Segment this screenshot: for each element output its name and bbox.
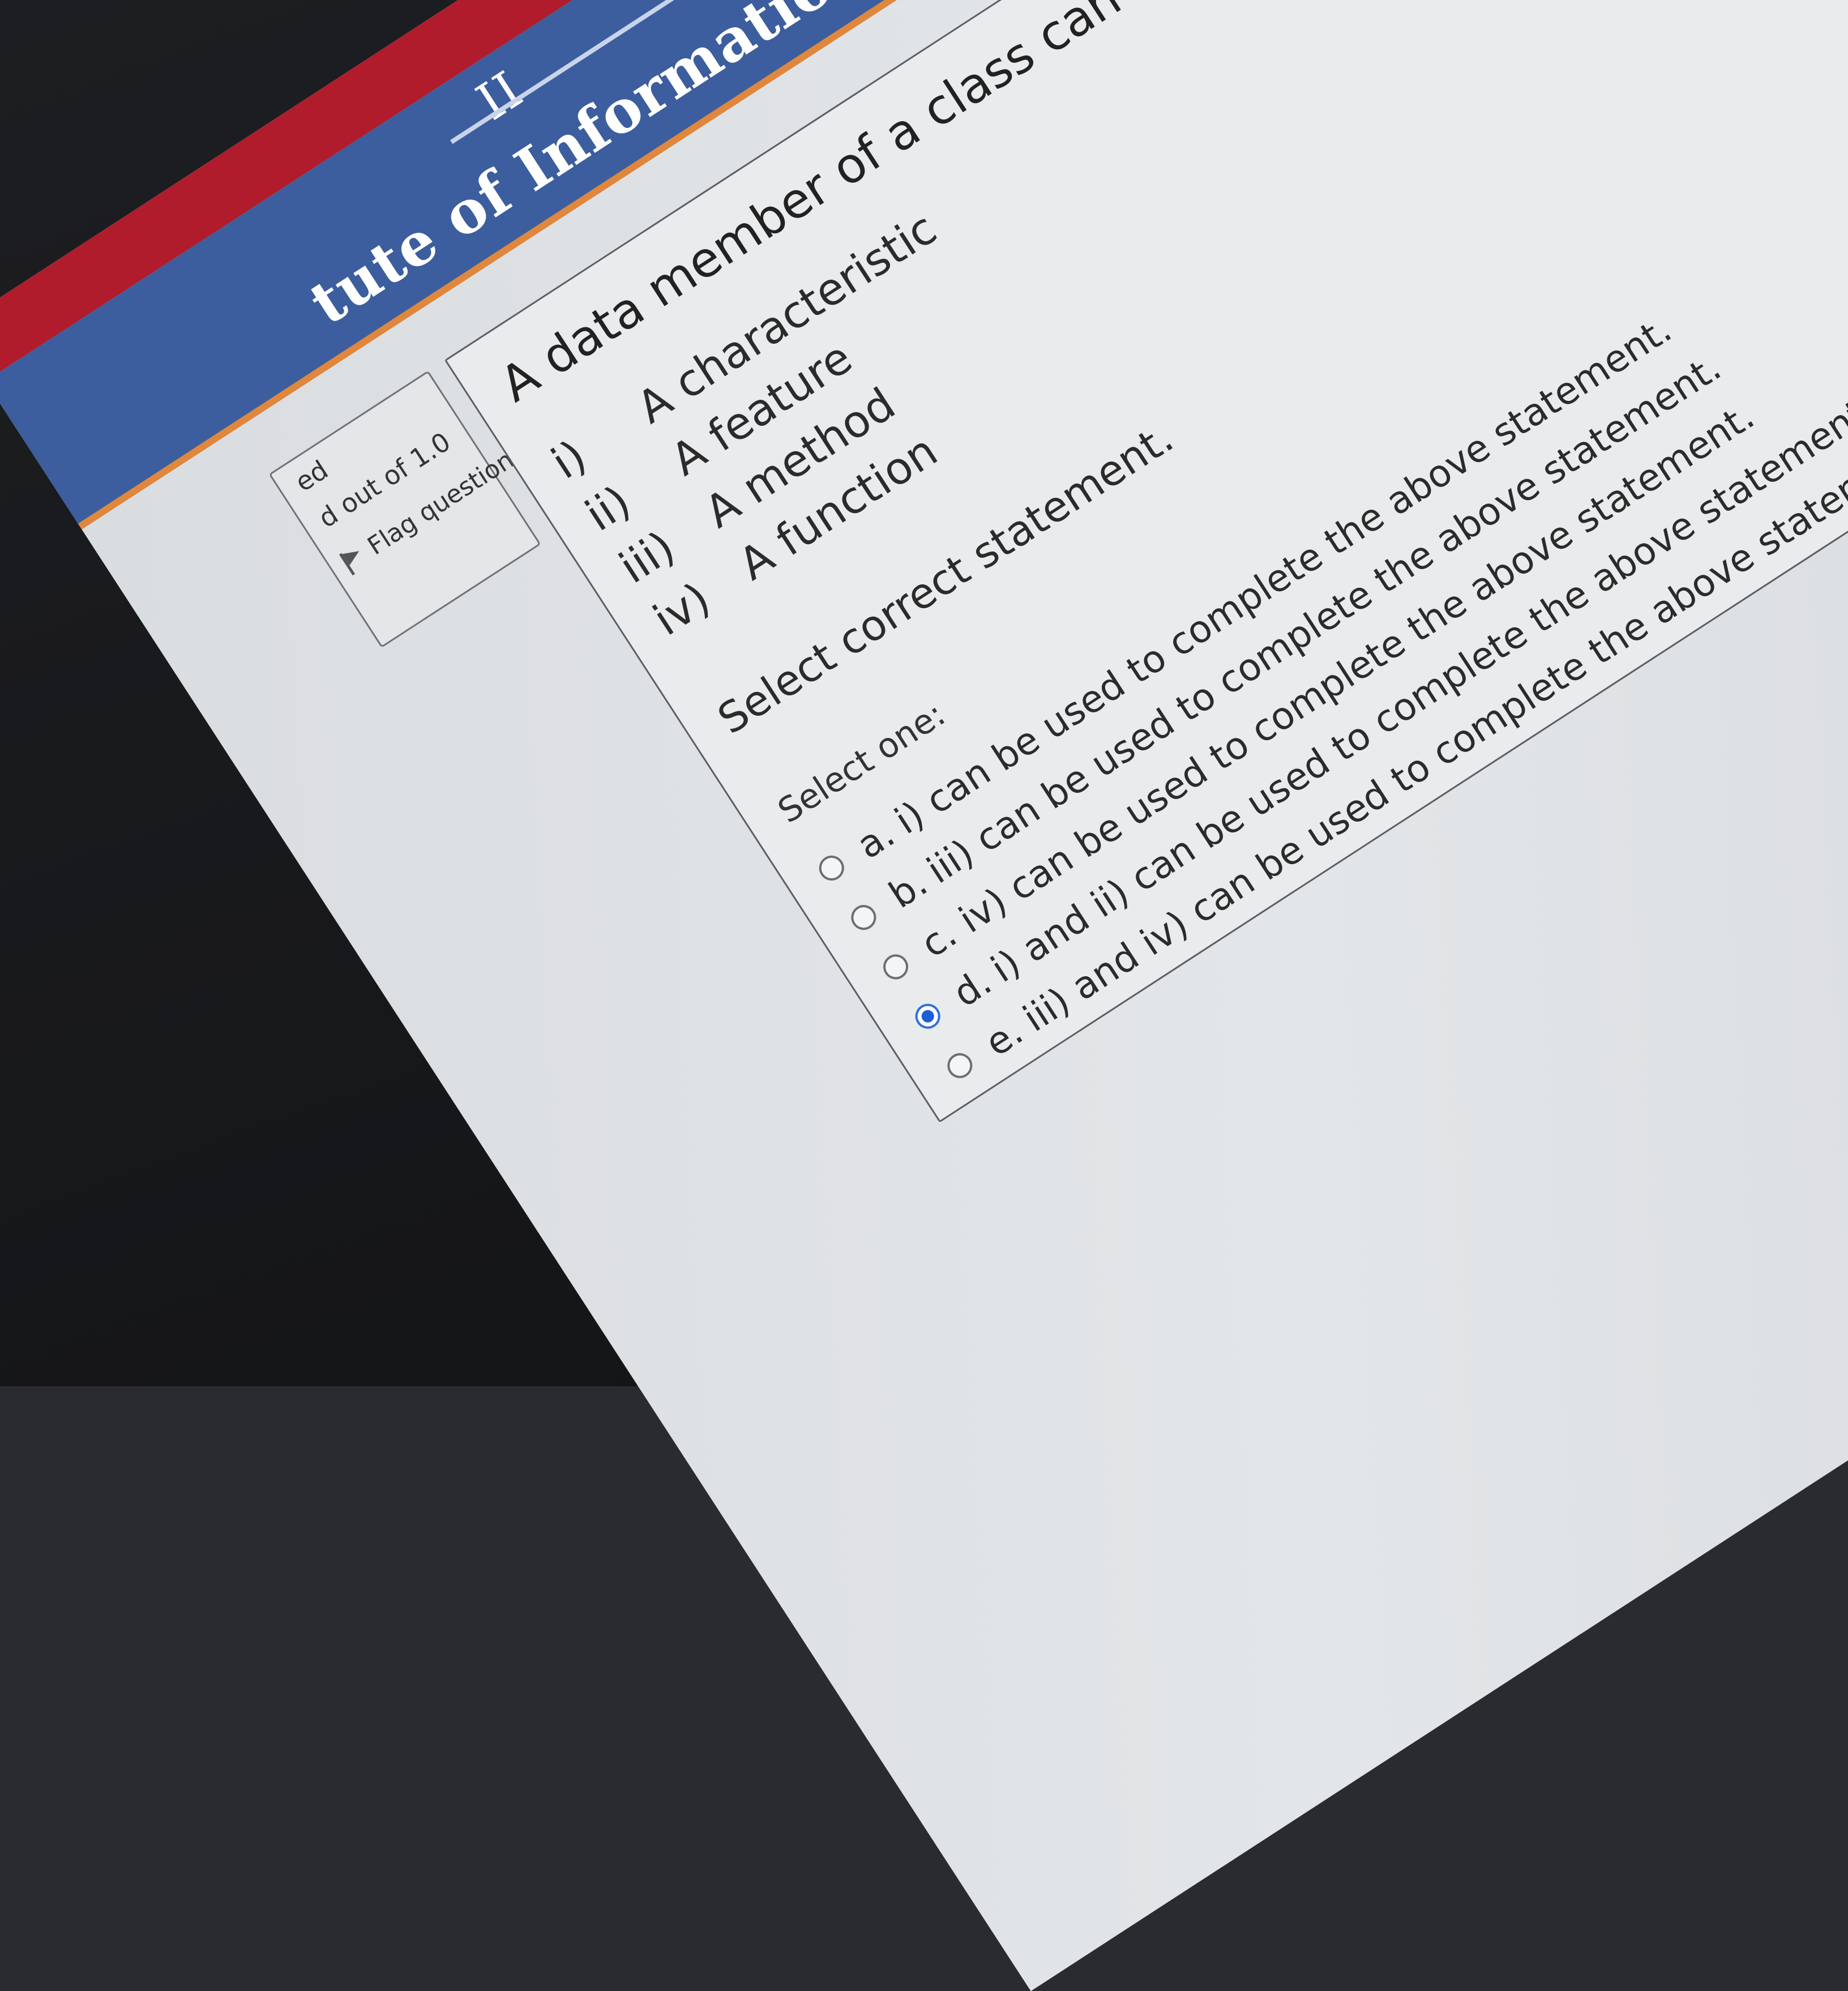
answer-radio-a[interactable] — [814, 851, 849, 886]
flag-icon[interactable] — [339, 542, 371, 575]
answer-radio-e[interactable] — [942, 1048, 977, 1083]
question-card: A data member of a class can be referred… — [444, 0, 1848, 1123]
answer-radio-c[interactable] — [878, 949, 913, 984]
answer-radio-b[interactable] — [846, 900, 881, 935]
answer-radio-d[interactable] — [910, 999, 946, 1034]
question-status: ed — [289, 454, 334, 498]
